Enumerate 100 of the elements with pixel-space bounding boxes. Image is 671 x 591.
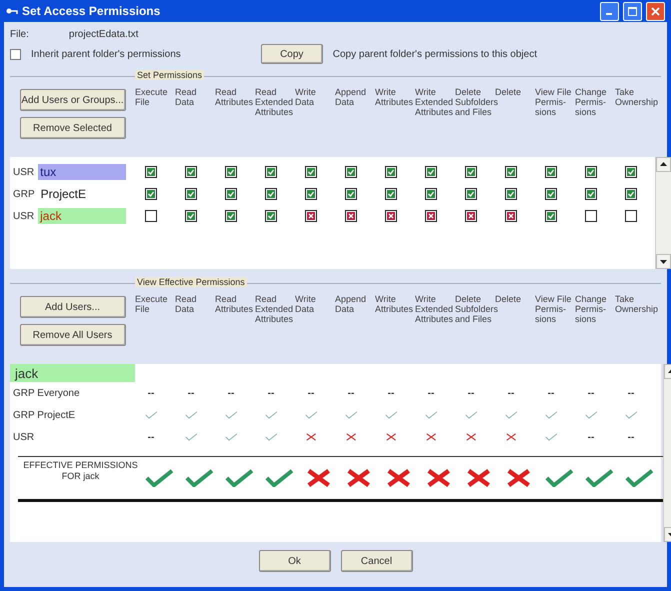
dash-text: -- [188, 388, 194, 398]
checked-checkbox[interactable] [505, 188, 517, 200]
checked-checkbox[interactable] [385, 188, 397, 200]
checked-checkbox[interactable] [345, 188, 357, 200]
dash-text: -- [628, 388, 634, 398]
checked-checkbox[interactable] [185, 188, 197, 200]
column-header: Read Data [175, 87, 198, 109]
scroll-up-icon[interactable] [656, 157, 671, 172]
column-header: Read Attributes [215, 87, 254, 109]
checked-checkbox[interactable] [185, 210, 197, 222]
dash-text: -- [548, 388, 554, 398]
dash-text: -- [348, 388, 354, 398]
maximize-icon [628, 6, 637, 16]
denied-checkbox[interactable] [345, 210, 357, 222]
name-highlight[interactable]: ProjectE [38, 186, 127, 202]
result-label: EFFECTIVE PERMISSIONS [22, 460, 139, 471]
checked-checkbox[interactable] [305, 166, 317, 178]
denied-checkbox[interactable] [385, 210, 397, 222]
name-highlight[interactable]: jack [38, 208, 126, 224]
checked-checkbox[interactable] [305, 188, 317, 200]
checked-checkbox[interactable] [625, 188, 637, 200]
copy-button[interactable]: Copy [260, 44, 323, 64]
checked-checkbox[interactable] [225, 210, 237, 222]
action-button[interactable]: Add Users or Groups... [20, 89, 126, 111]
file-name: projectEdata.txt [68, 28, 138, 40]
column-header: Read Data [175, 294, 198, 316]
checked-checkbox[interactable] [585, 166, 597, 178]
column-header: Execute File [135, 294, 169, 316]
checked-checkbox[interactable] [505, 166, 517, 178]
checked-checkbox[interactable] [265, 166, 277, 178]
checked-checkbox[interactable] [465, 166, 477, 178]
maximize-button[interactable] [623, 2, 642, 20]
principal-name: tux [40, 165, 56, 179]
dash-text: -- [468, 388, 474, 398]
denied-checkbox[interactable] [505, 210, 517, 222]
denied-checkbox[interactable] [465, 210, 477, 222]
checked-checkbox[interactable] [345, 166, 357, 178]
file-label: File: [10, 28, 29, 40]
dash-text: -- [228, 388, 234, 398]
column-header: View File Permis- sions [535, 294, 572, 326]
principal-type: USR [13, 166, 34, 178]
denied-checkbox[interactable] [425, 210, 437, 222]
empty-checkbox[interactable] [585, 210, 597, 222]
checked-checkbox[interactable] [265, 210, 277, 222]
checked-checkbox[interactable] [225, 166, 237, 178]
scrollbar[interactable] [655, 157, 671, 269]
window-title: Set Access Permissions [22, 4, 162, 18]
close-button[interactable] [646, 2, 665, 20]
empty-checkbox[interactable] [145, 210, 157, 222]
principal-name: ProjectE [40, 187, 86, 201]
dash-text: -- [148, 432, 154, 442]
action-button[interactable]: Remove All Users [20, 324, 126, 346]
dash-text: -- [588, 388, 594, 398]
principal-type: USR [13, 210, 34, 222]
minimize-button[interactable] [600, 2, 619, 20]
result-sublabel: FOR jack [60, 471, 100, 482]
column-header: Change Permis- sions [575, 294, 608, 326]
column-header: Read Attributes [215, 294, 254, 316]
column-header: Write Extended Attributes [415, 294, 454, 326]
checked-checkbox[interactable] [145, 188, 157, 200]
checked-checkbox[interactable] [465, 188, 477, 200]
inherit-checkbox[interactable] [10, 48, 21, 60]
column-header: Write Data [295, 87, 317, 109]
column-header: Execute File [135, 87, 169, 109]
selected-user[interactable]: jack [10, 364, 135, 382]
checked-checkbox[interactable] [545, 166, 557, 178]
checked-checkbox[interactable] [545, 210, 557, 222]
dialog-button[interactable]: Cancel [340, 550, 412, 572]
checked-checkbox[interactable] [265, 188, 277, 200]
dash-text: -- [148, 388, 154, 398]
checked-checkbox[interactable] [225, 188, 237, 200]
column-header: Change Permis- sions [575, 87, 608, 119]
action-button[interactable]: Remove Selected [20, 117, 126, 139]
checked-checkbox[interactable] [425, 166, 437, 178]
checked-checkbox[interactable] [425, 188, 437, 200]
dash-text: -- [628, 432, 634, 442]
dialog-button[interactable]: Ok [258, 550, 330, 572]
column-header: Read Extended Attributes [255, 87, 294, 119]
checked-checkbox[interactable] [585, 188, 597, 200]
denied-checkbox[interactable] [305, 210, 317, 222]
dash-text: -- [428, 388, 434, 398]
group-title: Set Permissions [135, 70, 204, 80]
column-header: Write Data [295, 294, 317, 316]
checkbox-label: Inherit parent folder's permissions [31, 48, 181, 60]
checked-checkbox[interactable] [385, 166, 397, 178]
column-header: Write Attributes [375, 294, 414, 316]
column-header: Read Extended Attributes [255, 294, 294, 326]
checked-checkbox[interactable] [185, 166, 197, 178]
empty-checkbox[interactable] [625, 210, 637, 222]
checked-checkbox[interactable] [625, 166, 637, 178]
close-icon [651, 6, 660, 16]
row-label: GRP ProjectE [12, 410, 76, 420]
column-header: Write Attributes [375, 87, 414, 109]
dash-text: -- [508, 388, 514, 398]
scroll-down-icon[interactable] [656, 254, 671, 269]
action-button[interactable]: Add Users... [20, 296, 126, 318]
name-highlight[interactable]: tux [38, 164, 126, 180]
checked-checkbox[interactable] [545, 188, 557, 200]
checked-checkbox[interactable] [145, 166, 157, 178]
row-label: GRP Everyone [12, 388, 81, 398]
